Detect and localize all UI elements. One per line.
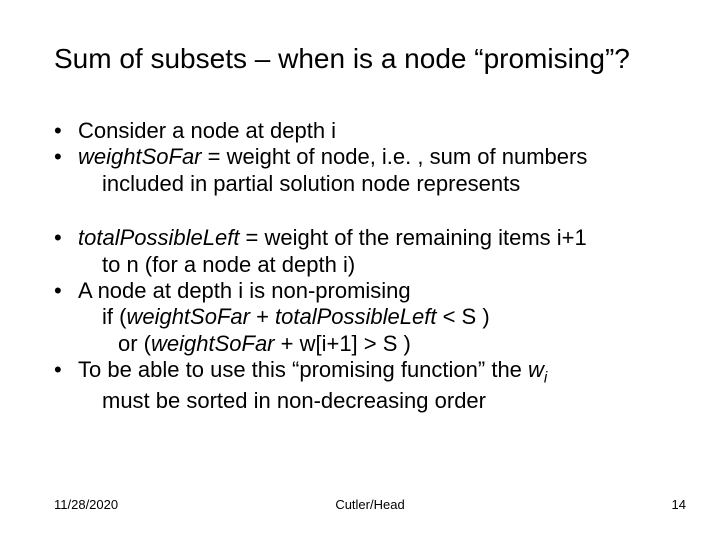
bullet-item: To be able to use this “promising functi…: [54, 357, 666, 414]
bullet-text: Consider a node at depth i: [78, 118, 336, 143]
footer-date: 11/28/2020: [54, 497, 118, 512]
slide-body: Consider a node at depth i weightSoFar =…: [54, 118, 666, 414]
bullet-text: = weight of node, i.e. , sum of numbers: [202, 144, 588, 169]
subscript: i: [544, 370, 547, 387]
text-frag: if (: [102, 304, 126, 329]
bullet-continuation: included in partial solution node repres…: [78, 171, 666, 197]
bullet-continuation: if (weightSoFar + totalPossibleLeft < S …: [78, 304, 666, 330]
bullet-continuation: to n (for a node at depth i): [78, 252, 666, 278]
bullet-text-italic: weightSoFar: [78, 144, 202, 169]
bullet-text: A node at depth i is non-promising: [78, 278, 411, 303]
text-frag: + w[i+1] > S ): [275, 331, 411, 356]
text-frag-italic: weightSoFar: [126, 304, 250, 329]
slide-title: Sum of subsets – when is a node “promisi…: [54, 42, 680, 76]
text-frag: < S ): [436, 304, 489, 329]
bullet-text: = weight of the remaining items i+1: [239, 225, 586, 250]
bullet-group-2: totalPossibleLeft = weight of the remain…: [54, 225, 666, 414]
text-frag: w: [528, 357, 544, 382]
footer-author: Cutler/Head: [335, 497, 404, 512]
spacer: [54, 197, 666, 225]
bullet-text-italic: totalPossibleLeft: [78, 225, 239, 250]
slide: Sum of subsets – when is a node “promisi…: [0, 0, 720, 540]
footer-page-number: 14: [672, 497, 686, 512]
bullet-item: A node at depth i is non-promising if (w…: [54, 278, 666, 357]
text-frag: +: [250, 304, 275, 329]
bullet-continuation: must be sorted in non-decreasing order: [78, 388, 666, 414]
bullet-item: weightSoFar = weight of node, i.e. , sum…: [54, 144, 666, 197]
text-frag-italic: totalPossibleLeft: [275, 304, 436, 329]
bullet-item: Consider a node at depth i: [54, 118, 666, 144]
text-frag: or (: [118, 331, 151, 356]
text-frag-italic: weightSoFar: [151, 331, 275, 356]
bullet-group-1: Consider a node at depth i weightSoFar =…: [54, 118, 666, 197]
slide-footer: 11/28/2020 Cutler/Head 14: [54, 497, 686, 512]
bullet-continuation: or (weightSoFar + w[i+1] > S ): [78, 331, 666, 357]
bullet-text: To be able to use this “promising functi…: [78, 357, 528, 382]
text-frag-italic: wi: [528, 357, 547, 382]
bullet-item: totalPossibleLeft = weight of the remain…: [54, 225, 666, 278]
